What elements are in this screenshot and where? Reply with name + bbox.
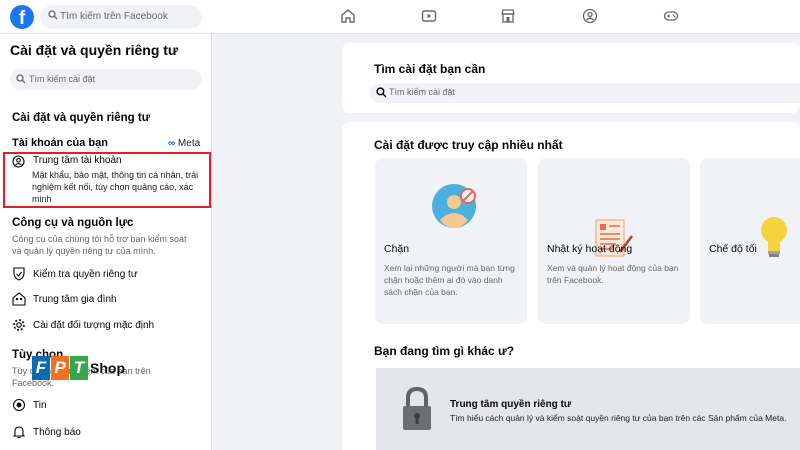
sidebar-item-label: Trung tâm gia đình — [33, 294, 117, 305]
privacy-check-icon — [13, 267, 25, 281]
main-settings-search-input[interactable]: Tìm kiếm cài đặt — [370, 83, 800, 103]
section-heading: Cài đặt và quyền riêng tư — [12, 112, 151, 124]
gear-icon — [13, 319, 25, 331]
settings-sidebar: Cài đặt và quyền riêng tư Tìm kiếm cài đ… — [0, 34, 212, 450]
privacy-center-title: Trung tâm quyền riêng tư — [450, 399, 572, 410]
tools-description: Công cụ của chúng tôi hỗ trợ bạn kiểm so… — [12, 234, 187, 256]
bell-icon — [12, 426, 26, 439]
privacy-center-description: Tìm hiểu cách quản lý và kiểm soát quyền… — [450, 413, 787, 423]
settings-search-input[interactable]: Tìm kiếm cài đặt — [10, 69, 202, 90]
tile-name: Chế độ tối — [709, 243, 757, 255]
fpt-shop-watermark: F P T Shop — [32, 356, 132, 382]
sidebar-item-label: Tin — [33, 400, 47, 411]
search-icon — [16, 74, 26, 84]
sidebar-item-label: Cài đặt đối tượng mặc định — [33, 320, 155, 331]
other-settings-title: Bạn đang tìm gì khác ư? — [374, 344, 515, 358]
tile-name: Chặn — [384, 243, 410, 255]
meta-logo: ∞ Meta — [168, 138, 201, 149]
fpt-letter-p: P — [51, 356, 69, 380]
tile-description: Xem lại những người mà bạn từng chặn hoặ… — [384, 263, 515, 297]
gaming-icon[interactable] — [663, 8, 679, 24]
sidebar-item-stories[interactable]: Tin — [12, 398, 202, 414]
main-search-placeholder: Tìm kiếm cài đặt — [389, 87, 456, 97]
frequent-settings-title: Cài đặt được truy cập nhiều nhất — [374, 138, 563, 152]
settings-search-card: Tìm cài đặt bạn cần Tìm kiếm cài đặt — [342, 43, 800, 113]
facebook-logo[interactable]: f — [10, 5, 34, 29]
accounts-center-description: Mật khẩu, bảo mật, thông tin cá nhân, tr… — [32, 170, 199, 204]
tile-description: Xem và quản lý hoạt động của bạn trên Fa… — [547, 263, 679, 285]
stories-icon — [12, 398, 26, 412]
sidebar-item-label: Kiểm tra quyền riêng tư — [33, 269, 138, 280]
tile-name: Nhật ký hoạt động — [547, 243, 633, 255]
profile-circle-icon — [12, 155, 25, 168]
sidebar-item-privacy-checkup[interactable]: Kiểm tra quyền riêng tư — [12, 267, 202, 283]
marketplace-icon[interactable] — [500, 8, 516, 24]
sidebar-item-label: Trung tâm tài khoản — [33, 155, 122, 166]
fpt-shop-label: Shop — [90, 360, 125, 376]
privacy-center-banner[interactable]: Trung tâm quyền riêng tư Tìm hiểu cách q… — [376, 368, 800, 450]
tile-activity-log[interactable]: Nhật ký hoạt động Xem và quản lý hoạt độ… — [538, 158, 690, 324]
fpt-letter-t: T — [70, 356, 88, 380]
accounts-heading: Tài khoản của bạn — [12, 137, 108, 149]
padlock-icon — [403, 386, 431, 430]
home-icon[interactable] — [340, 8, 356, 24]
tile-dark-mode[interactable]: Chế độ tối — [700, 158, 800, 324]
block-user-icon — [432, 184, 476, 228]
facebook-search-input[interactable]: Tìm kiếm trên Facebook — [40, 5, 202, 29]
sidebar-item-label: Thông báo — [33, 427, 81, 438]
fpt-letter-f: F — [32, 356, 50, 380]
sidebar-title: Cài đặt và quyền riêng tư — [10, 42, 179, 58]
sidebar-item-family-center[interactable]: Trung tâm gia đình — [12, 292, 202, 308]
frequent-settings-card: Cài đặt được truy cập nhiều nhất Chặn Xe… — [342, 122, 800, 450]
top-navigation-bar: f Tìm kiếm trên Facebook — [0, 0, 800, 34]
sidebar-item-accounts-center[interactable]: Trung tâm tài khoản — [12, 155, 202, 168]
tools-heading: Công cụ và nguồn lực — [12, 217, 134, 229]
search-card-title: Tìm cài đặt bạn cần — [374, 62, 486, 76]
activity-log-icon — [595, 219, 633, 257]
groups-icon[interactable] — [582, 8, 598, 24]
family-center-icon — [12, 292, 26, 306]
meta-label: Meta — [177, 138, 201, 149]
search-placeholder: Tìm kiếm trên Facebook — [60, 11, 168, 22]
search-icon — [48, 10, 58, 20]
watch-icon[interactable] — [421, 8, 437, 24]
sidebar-item-default-audience[interactable]: Cài đặt đối tượng mặc định — [12, 318, 202, 334]
lightbulb-icon — [761, 217, 787, 257]
sidebar-item-notifications[interactable]: Thông báo — [12, 425, 202, 441]
search-icon — [376, 87, 387, 98]
tile-block[interactable]: Chặn Xem lại những người mà bạn từng chặ… — [375, 158, 527, 324]
settings-search-placeholder: Tìm kiếm cài đặt — [29, 74, 96, 84]
